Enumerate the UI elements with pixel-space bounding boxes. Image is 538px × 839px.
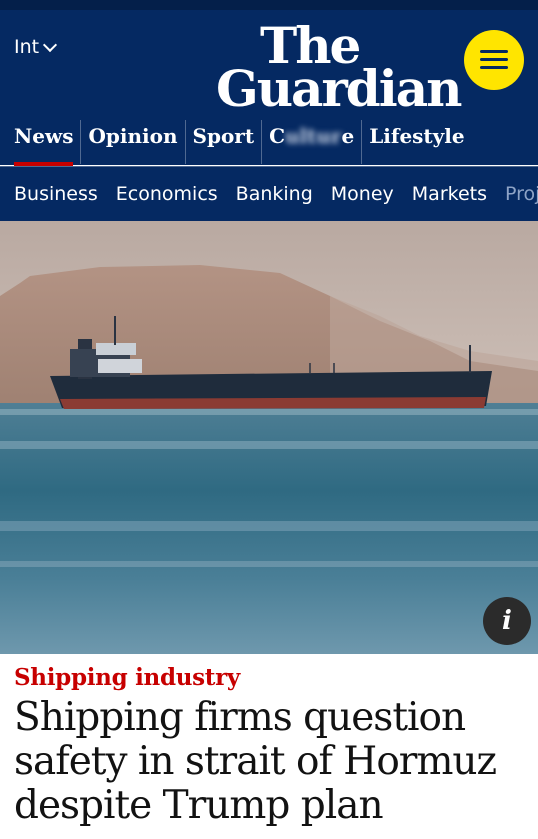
edition-selector[interactable]: Int <box>14 36 58 58</box>
pillar-news[interactable]: News <box>0 120 80 166</box>
status-strip <box>0 0 538 10</box>
guardian-logo[interactable]: The Guardian <box>216 21 463 118</box>
image-info-button[interactable]: i <box>483 597 531 645</box>
pillar-visible-start: C <box>269 124 285 148</box>
pillar-visible-end: e <box>341 124 355 148</box>
hero-image <box>0 221 538 654</box>
pillar-nav: News Opinion Sport Culture Lifestyle <box>0 120 538 166</box>
blurred-text: ultur <box>284 124 342 148</box>
menu-button[interactable] <box>464 30 524 90</box>
logo-line-2: Guardian <box>216 59 463 118</box>
subnav-money[interactable]: Money <box>331 183 394 205</box>
edition-label: Int <box>14 36 40 58</box>
pillar-lifestyle[interactable]: Lifestyle <box>361 120 471 164</box>
pillar-opinion[interactable]: Opinion <box>80 120 184 164</box>
article-kicker[interactable]: Shipping industry <box>14 664 240 691</box>
tanker-photo <box>0 221 538 654</box>
info-icon: i <box>502 606 512 636</box>
chevron-down-icon <box>43 37 58 52</box>
subnav-banking[interactable]: Banking <box>236 183 313 205</box>
article-headline[interactable]: Shipping firms question safety in strait… <box>14 696 529 828</box>
pillar-sport[interactable]: Sport <box>184 120 262 164</box>
sub-nav: Business Economics Banking Money Markets… <box>0 166 538 221</box>
subnav-projects-truncated[interactable]: Proj <box>505 183 538 205</box>
subnav-markets[interactable]: Markets <box>412 183 487 205</box>
subnav-business[interactable]: Business <box>14 183 98 205</box>
pillar-culture-obscured[interactable]: Culture <box>261 120 361 164</box>
subnav-economics[interactable]: Economics <box>116 183 218 205</box>
